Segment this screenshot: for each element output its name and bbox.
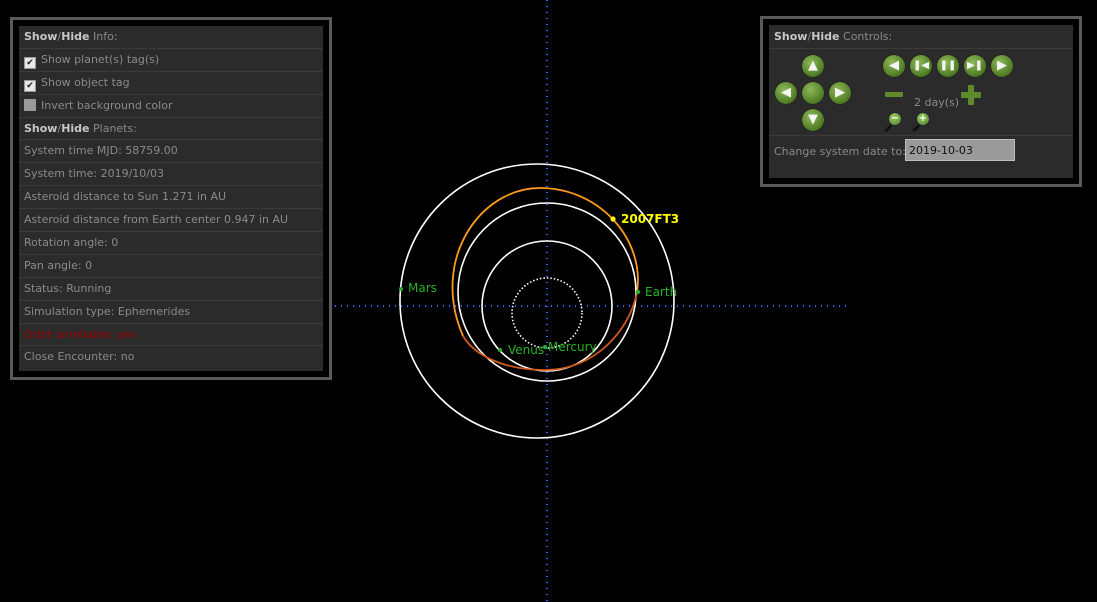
show-planet-tags-checkbox[interactable]: ✔ <box>24 56 36 69</box>
system-time-mjd: System time MJD: 58759.00 <box>19 140 323 164</box>
play-backward-icon[interactable]: ◀ <box>883 55 905 77</box>
show-planet-tags-label: Show planet(s) tag(s) <box>41 52 160 66</box>
orbit-unreliable-warning: Orbit unreliable: yes <box>19 324 323 347</box>
close-encounter: Close Encounter: no <box>24 350 135 364</box>
show-planets-link[interactable]: Show <box>24 122 57 135</box>
status-text: Status: Running <box>19 278 323 301</box>
controls-toggle-row: Show/Hide Controls: <box>769 25 1073 49</box>
hide-planets-link[interactable]: Hide <box>61 122 89 135</box>
arrow-left-icon[interactable]: ◀ <box>775 82 797 104</box>
invert-bg-label: Invert background color <box>41 98 173 112</box>
controls-panel: Show/Hide Controls: ▲ ◀ ▶ ▼ ◀ ❚◀ ❚❚ ▶❚ ▶… <box>760 16 1082 187</box>
change-date-label: Change system date to: <box>774 145 906 158</box>
invert-bg-checkbox[interactable] <box>24 98 36 111</box>
mars-label: Mars <box>408 281 437 295</box>
show-info-link[interactable]: Show <box>24 30 57 43</box>
mars-orbit <box>399 163 675 439</box>
zoom-out-icon[interactable]: − <box>883 112 902 133</box>
asteroid-label: 2007FT3 <box>621 212 679 226</box>
plus-icon[interactable] <box>961 85 981 105</box>
arrow-down-icon[interactable]: ▼ <box>802 109 824 131</box>
step-backward-icon[interactable]: ❚◀ <box>910 55 932 77</box>
asteroid-distance-earth: Asteroid distance from Earth center 0.94… <box>19 209 323 233</box>
step-forward-icon[interactable]: ▶❚ <box>964 55 986 77</box>
invert-bg-row: Invert background color <box>19 95 323 118</box>
hide-controls-link[interactable]: Hide <box>811 30 839 43</box>
play-forward-icon[interactable]: ▶ <box>991 55 1013 77</box>
info-toggle-row: Show/Hide Info: <box>19 26 323 49</box>
info-panel: Show/Hide Info: ✔ Show planet(s) tag(s) ✔… <box>10 17 332 380</box>
venus-label: Venus <box>508 343 544 357</box>
show-object-tag-label: Show object tag <box>41 75 130 89</box>
mars-marker <box>399 287 403 291</box>
minus-icon[interactable] <box>885 92 903 97</box>
earth-label: Earth <box>645 285 677 299</box>
pan-angle: Pan angle: 0 <box>19 255 323 278</box>
asteroid-distance-sun: Asteroid distance to Sun 1.271 in AU <box>19 186 323 210</box>
step-size-label: 2 day(s) <box>914 96 960 109</box>
divider <box>769 135 1073 136</box>
show-planet-tags-row: ✔ Show planet(s) tag(s) <box>19 49 323 72</box>
venus-marker <box>498 348 502 352</box>
zoom-in-icon[interactable]: + <box>911 112 930 133</box>
mercury-label: Mercury <box>548 340 597 354</box>
center-icon[interactable] <box>802 82 824 104</box>
asteroid-orbit-back <box>462 291 638 371</box>
pause-icon[interactable]: ❚❚ <box>937 55 959 77</box>
show-object-tag-checkbox[interactable]: ✔ <box>24 79 36 92</box>
arrow-right-icon[interactable]: ▶ <box>829 82 851 104</box>
system-time: System time: 2019/10/03 <box>19 163 323 187</box>
planets-toggle-row: Show/Hide Planets: <box>19 118 323 141</box>
arrow-up-icon[interactable]: ▲ <box>802 55 824 77</box>
earth-marker <box>635 289 641 295</box>
asteroid-marker <box>610 216 616 222</box>
show-controls-link[interactable]: Show <box>774 30 807 43</box>
asteroid-orbit-front <box>451 187 639 337</box>
show-object-tag-row: ✔ Show object tag <box>19 72 323 95</box>
rotation-angle: Rotation angle: 0 <box>19 232 323 255</box>
hide-info-link[interactable]: Hide <box>61 30 89 43</box>
date-input[interactable] <box>905 139 1015 161</box>
simulation-type: Simulation type: Ephemerides <box>19 301 323 324</box>
